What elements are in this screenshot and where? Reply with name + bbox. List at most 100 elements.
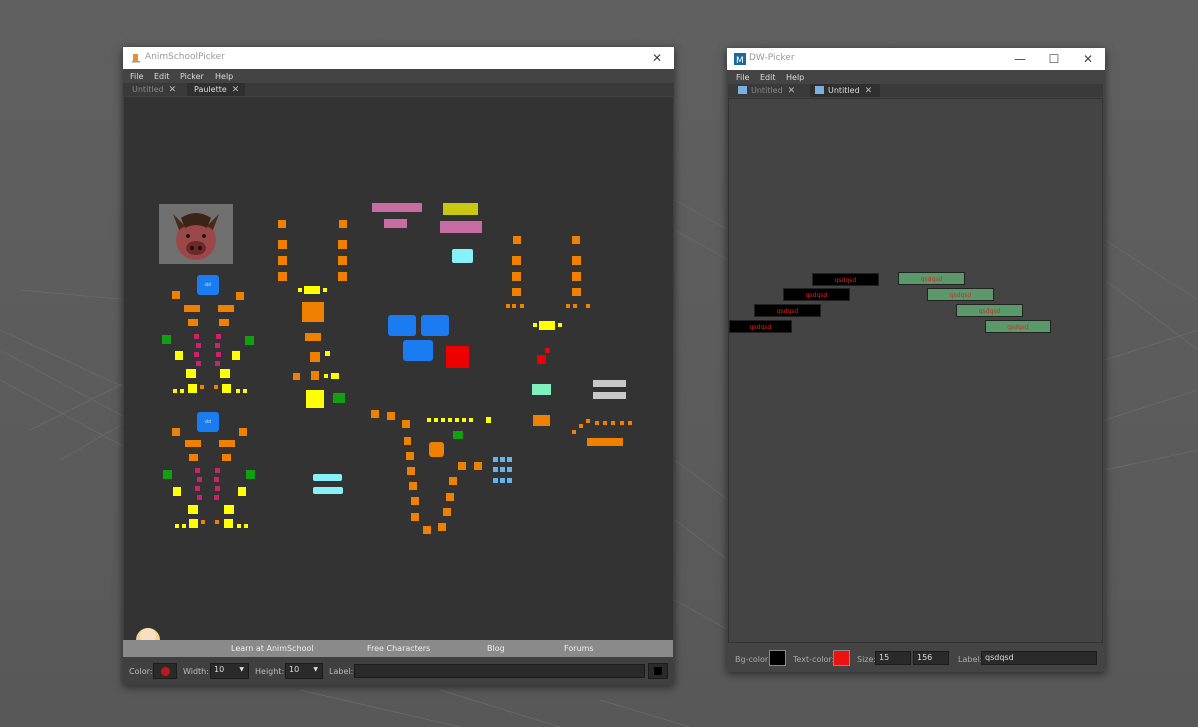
picker-blue-grid-cell[interactable]: [493, 467, 498, 472]
picker-orange-ctrl[interactable]: [172, 428, 180, 436]
picker-yellow-dot[interactable]: [558, 323, 562, 327]
anim-menu-file[interactable]: File: [130, 72, 143, 81]
picker-yellow-ctrl[interactable]: [238, 487, 246, 496]
picker-cyan-ctrl[interactable]: [313, 487, 343, 494]
picker-orange-dot[interactable]: [520, 304, 524, 308]
picker-orange-ctrl[interactable]: [239, 428, 247, 436]
footer-link-learn[interactable]: Learn at AnimSchool: [231, 644, 314, 653]
picker-yellow-dot[interactable]: [324, 374, 328, 378]
picker-green-ctrl[interactable]: [333, 393, 345, 403]
picker-orange-ctrl[interactable]: [222, 454, 231, 461]
picker-orange-ctrl[interactable]: [185, 440, 201, 447]
anim-tab-untitled[interactable]: Untitled ✕: [132, 83, 188, 96]
picker-yellow-dot[interactable]: [298, 288, 302, 292]
picker-face-ctrl[interactable]: [372, 203, 422, 212]
picker-mint-ctrl[interactable]: [532, 384, 551, 395]
picker-yellow-dot[interactable]: [427, 418, 431, 422]
picker-yellow-ctrl[interactable]: [189, 519, 198, 528]
footer-link-blog[interactable]: Blog: [487, 644, 505, 653]
dw-picker-button[interactable]: qsdqsd: [898, 272, 965, 285]
dw-text-color-swatch[interactable]: [833, 650, 850, 666]
dw-menu-help[interactable]: Help: [786, 73, 804, 82]
picker-yellow-ctrl[interactable]: [186, 369, 196, 378]
picker-orange-dot[interactable]: [620, 421, 624, 425]
picker-yellow-ctrl[interactable]: [175, 351, 183, 360]
picker-orange-ctrl[interactable]: [219, 319, 229, 326]
picker-green-ctrl[interactable]: [245, 336, 254, 345]
picker-orange-ctrl[interactable]: [188, 319, 198, 326]
anim-menu-picker[interactable]: Picker: [180, 72, 204, 81]
picker-yellow-dot[interactable]: [448, 418, 452, 422]
picker-orange-ctrl[interactable]: [411, 513, 419, 521]
picker-orange-dot[interactable]: [215, 520, 219, 524]
picker-blue-grid-cell[interactable]: [507, 478, 512, 483]
dw-bg-color-swatch[interactable]: [769, 650, 786, 666]
picker-orange-ctrl[interactable]: [404, 437, 411, 445]
picker-orange-ctrl[interactable]: [474, 462, 482, 470]
picker-yellow-dot[interactable]: [486, 417, 491, 423]
picker-blue-grid-cell[interactable]: [500, 457, 505, 462]
picker-yellow-dot[interactable]: [243, 389, 247, 393]
picker-orange-dot[interactable]: [214, 385, 218, 389]
picker-red-ctrl[interactable]: [537, 355, 546, 364]
anim-picker-canvas[interactable]: [124, 97, 673, 640]
dw-menu-edit[interactable]: Edit: [760, 73, 776, 82]
picker-blue-ctrl[interactable]: [403, 340, 433, 361]
dw-tab-untitled-1[interactable]: Untitled ✕: [738, 84, 810, 97]
picker-blue-grid-cell[interactable]: [493, 478, 498, 483]
picker-orange-dot[interactable]: [506, 304, 510, 308]
dw-label-input[interactable]: qsdqsd: [981, 651, 1097, 665]
picker-blue-ctrl[interactable]: ctrl: [197, 412, 219, 432]
picker-orange-dot[interactable]: [586, 419, 590, 423]
picker-toe-ctrl[interactable]: [195, 486, 200, 491]
picker-orange-ctrl[interactable]: [533, 415, 550, 426]
picker-orange-ctrl[interactable]: [218, 305, 234, 312]
picker-yellow-ctrl[interactable]: [331, 373, 339, 379]
picker-blue-grid-cell[interactable]: [507, 457, 512, 462]
picker-red-dot[interactable]: [545, 348, 550, 353]
dw-picker-button[interactable]: qsdqsd: [812, 273, 879, 286]
picker-orange-dot[interactable]: [200, 385, 204, 389]
dw-menu-file[interactable]: File: [736, 73, 749, 82]
footer-link-forums[interactable]: Forums: [564, 644, 594, 653]
picker-orange-dot[interactable]: [586, 304, 590, 308]
picker-orange-ctrl[interactable]: [189, 454, 198, 461]
picker-finger-ctrl[interactable]: [216, 334, 221, 339]
picker-yellow-dot[interactable]: [244, 524, 248, 528]
picker-toe-ctrl[interactable]: [197, 477, 202, 482]
picker-yellow-dot[interactable]: [175, 524, 179, 528]
picker-orange-ctrl[interactable]: [572, 288, 581, 296]
picker-finger-ctrl[interactable]: [196, 361, 201, 366]
dw-size-width-input[interactable]: 15: [875, 651, 911, 665]
picker-yellow-ctrl[interactable]: [224, 519, 233, 528]
picker-orange-dot[interactable]: [573, 304, 577, 308]
anim-width-select[interactable]: 10 ▼: [210, 663, 249, 679]
picker-orange-dot[interactable]: [595, 421, 599, 425]
dw-picker-button[interactable]: qsdqsd: [754, 304, 821, 317]
dw-picker-button[interactable]: qsdqsd: [729, 320, 792, 333]
picker-tail-ctrl[interactable]: [429, 442, 444, 457]
picker-blue-grid-cell[interactable]: [500, 467, 505, 472]
picker-orange-ctrl[interactable]: [338, 272, 347, 281]
footer-link-free-characters[interactable]: Free Characters: [367, 644, 430, 653]
picker-yellow-dot[interactable]: [236, 389, 240, 393]
picker-yellow-dot[interactable]: [182, 524, 186, 528]
picker-toe-ctrl[interactable]: [195, 468, 200, 473]
picker-orange-ctrl[interactable]: [513, 236, 521, 244]
picker-orange-dot[interactable]: [611, 421, 615, 425]
picker-yellow-dot[interactable]: [173, 389, 177, 393]
picker-orange-ctrl[interactable]: [184, 305, 200, 312]
picker-orange-ctrl[interactable]: [406, 452, 414, 460]
picker-orange-ctrl[interactable]: [512, 288, 521, 296]
picker-olive-ctrl[interactable]: [443, 203, 478, 215]
picker-blue-grid-cell[interactable]: [507, 467, 512, 472]
picker-orange-ctrl[interactable]: [409, 482, 417, 490]
dw-minimize-icon[interactable]: —: [1003, 48, 1037, 70]
picker-gray-ctrl[interactable]: [593, 380, 626, 387]
picker-orange-ctrl[interactable]: [449, 477, 457, 485]
picker-finger-ctrl[interactable]: [194, 352, 199, 357]
picker-orange-ctrl[interactable]: [458, 462, 466, 470]
picker-orange-ctrl[interactable]: [278, 256, 287, 265]
dw-picker-button[interactable]: qsdqsd: [956, 304, 1023, 317]
picker-orange-ctrl[interactable]: [572, 256, 581, 265]
